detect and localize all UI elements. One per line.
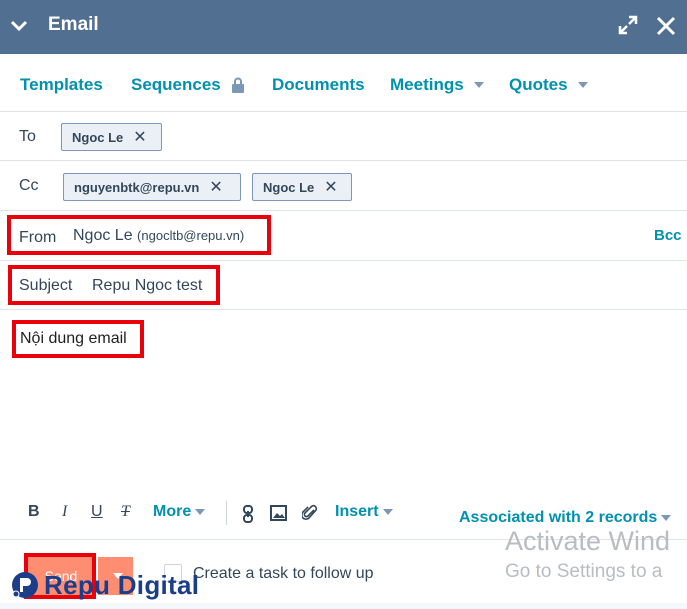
follow-up-task-label: Create a task to follow up xyxy=(193,565,374,582)
highlight-box-body xyxy=(12,320,144,358)
toolbar-separator xyxy=(226,501,227,525)
header-title: Email xyxy=(48,14,99,35)
expand-icon[interactable] xyxy=(618,15,638,35)
clear-format-button[interactable]: T xyxy=(121,503,130,521)
highlight-box-from xyxy=(7,215,271,255)
chevron-down-icon[interactable] xyxy=(10,17,28,35)
remove-icon[interactable]: ✕ xyxy=(324,177,337,197)
italic-button[interactable]: I xyxy=(62,503,67,521)
insert-dropdown[interactable]: Insert xyxy=(335,503,393,521)
caret-down-icon xyxy=(382,509,393,515)
recipient-chip-to[interactable]: Ngoc Le ✕ xyxy=(61,123,162,151)
caret-down-icon xyxy=(577,82,588,88)
tab-documents[interactable]: Documents xyxy=(272,75,365,95)
tab-quotes[interactable]: Quotes xyxy=(509,75,588,95)
link-icon[interactable] xyxy=(241,505,255,523)
divider xyxy=(0,210,687,211)
tab-sequences[interactable]: Sequences xyxy=(131,75,245,95)
tab-meetings[interactable]: Meetings xyxy=(390,75,484,95)
repu-digital-logo: Repu Digital xyxy=(10,570,199,600)
activation-line-2: Go to Settings to a xyxy=(505,561,663,582)
remove-icon[interactable]: ✕ xyxy=(133,127,146,147)
recipient-chip-cc-2[interactable]: Ngoc Le ✕ xyxy=(252,173,352,201)
divider xyxy=(0,160,687,161)
attachment-icon[interactable] xyxy=(302,504,318,522)
associated-records-dropdown[interactable]: Associated with 2 records xyxy=(459,509,672,527)
remove-icon[interactable]: ✕ xyxy=(209,177,222,197)
caret-down-icon xyxy=(195,509,206,515)
image-icon[interactable] xyxy=(270,505,287,521)
bold-button[interactable]: B xyxy=(28,503,40,521)
divider xyxy=(0,309,687,310)
email-header: Email xyxy=(0,0,687,54)
more-dropdown[interactable]: More xyxy=(153,503,206,521)
logo-mark-icon xyxy=(12,572,38,598)
logo-text: Repu Digital xyxy=(44,569,200,600)
close-icon[interactable] xyxy=(655,15,677,37)
recipient-chip-cc-1[interactable]: nguyenbtk@repu.vn ✕ xyxy=(63,173,241,201)
caret-down-icon xyxy=(473,82,484,88)
highlight-box-subject xyxy=(8,265,220,305)
caret-down-icon xyxy=(661,515,672,521)
tab-templates[interactable]: Templates xyxy=(20,75,103,95)
activation-line-1: Activate Wind xyxy=(505,526,671,556)
bcc-link[interactable]: Bcc xyxy=(654,227,682,244)
underline-button[interactable]: U xyxy=(91,503,103,521)
cc-label: Cc xyxy=(19,177,39,194)
bottom-strip xyxy=(0,603,687,609)
to-label: To xyxy=(19,128,36,145)
tab-bar: Templates Sequences Documents Meetings Q… xyxy=(0,54,687,112)
lock-icon xyxy=(231,77,244,93)
activation-watermark: Activate Wind Go to Settings to a xyxy=(505,526,670,583)
divider xyxy=(0,260,687,261)
